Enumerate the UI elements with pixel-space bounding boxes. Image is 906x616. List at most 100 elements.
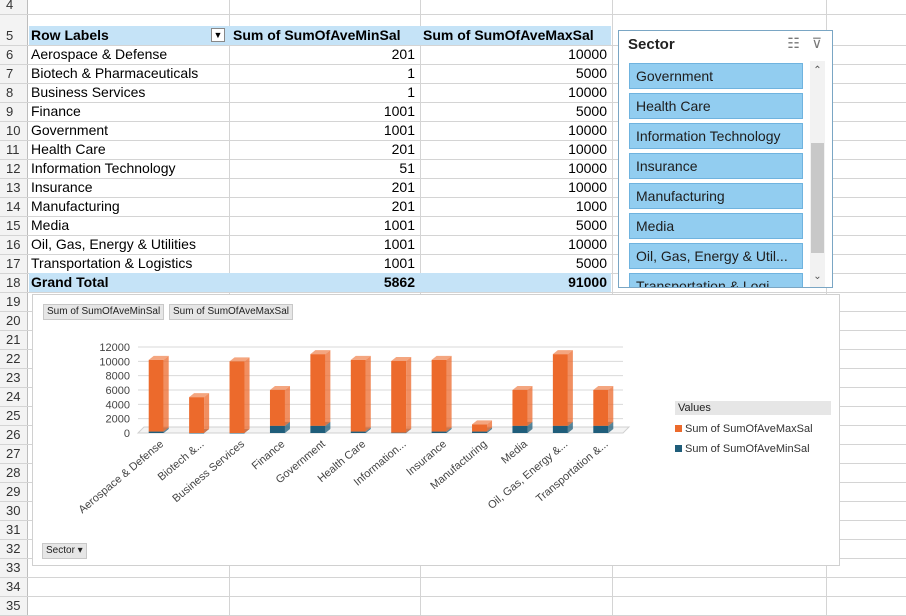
slicer-item[interactable]: Transportation & Logi... bbox=[629, 273, 803, 287]
row-number[interactable]: 28 bbox=[0, 463, 28, 482]
pivot-chart[interactable]: Sum of SumOfAveMinSal Sum of SumOfAveMax… bbox=[32, 294, 840, 566]
min-sal-value: 201 bbox=[391, 141, 415, 157]
pivot-data-row[interactable]: Information Technology 51 10000 bbox=[29, 159, 611, 178]
row-number[interactable]: 12 bbox=[0, 159, 28, 178]
pivot-data-row[interactable]: Media 1001 5000 bbox=[29, 216, 611, 235]
min-sal-value: 1001 bbox=[383, 255, 415, 271]
grand-total-min: 5862 bbox=[383, 274, 415, 290]
bar-min bbox=[431, 431, 447, 433]
row-number[interactable]: 20 bbox=[0, 311, 28, 330]
row-number[interactable]: 4 bbox=[0, 0, 28, 14]
row-number[interactable]: 9 bbox=[0, 102, 28, 121]
row-number[interactable]: 30 bbox=[0, 501, 28, 520]
row-number[interactable]: 33 bbox=[0, 558, 28, 577]
bar-max bbox=[310, 354, 326, 426]
row-gridline bbox=[0, 292, 906, 293]
row-number[interactable]: 14 bbox=[0, 197, 28, 216]
row-number[interactable]: 24 bbox=[0, 387, 28, 406]
bar-max bbox=[148, 359, 164, 432]
row-number[interactable]: 6 bbox=[0, 45, 28, 64]
pivot-data-row[interactable]: Oil, Gas, Energy & Utilities 1001 10000 bbox=[29, 235, 611, 254]
sector-label: Oil, Gas, Energy & Utilities bbox=[31, 236, 196, 252]
slicer-item[interactable]: Insurance bbox=[629, 153, 803, 179]
slicer-item[interactable]: Manufacturing bbox=[629, 183, 803, 209]
row-number[interactable]: 5 bbox=[0, 26, 28, 45]
row-number[interactable]: 15 bbox=[0, 216, 28, 235]
row-gridline bbox=[0, 596, 906, 597]
scroll-up-icon[interactable]: ⌃ bbox=[810, 65, 825, 79]
sector-label: Manufacturing bbox=[31, 198, 120, 214]
y-tick-label: 2000 bbox=[106, 414, 130, 426]
row-number[interactable]: 22 bbox=[0, 349, 28, 368]
bar-min bbox=[593, 425, 609, 433]
min-sal-value: 1001 bbox=[383, 122, 415, 138]
sector-label: Biotech & Pharmaceuticals bbox=[31, 65, 199, 81]
sector-label: Transportation & Logistics bbox=[31, 255, 193, 271]
sector-label: Government bbox=[31, 122, 109, 138]
sector-slicer[interactable]: Sector ☷ ⊽ Government Health Care Informat… bbox=[618, 30, 833, 288]
multi-select-icon[interactable]: ☷ bbox=[787, 35, 800, 51]
row-number[interactable]: 32 bbox=[0, 539, 28, 558]
min-sal-value: 1 bbox=[407, 65, 415, 81]
row-number[interactable]: 35 bbox=[0, 596, 28, 615]
slicer-item[interactable]: Health Care bbox=[629, 93, 803, 119]
x-tick-label: Finance bbox=[250, 438, 288, 472]
bar-min bbox=[189, 432, 205, 434]
pivot-data-row[interactable]: Transportation & Logistics 1001 5000 bbox=[29, 254, 611, 273]
legend-title: Values bbox=[675, 401, 831, 415]
slicer-scroll-thumb[interactable] bbox=[811, 143, 824, 253]
max-sal-value: 10000 bbox=[568, 141, 607, 157]
min-sal-header: Sum of SumOfAveMinSal bbox=[233, 27, 401, 43]
row-number[interactable]: 23 bbox=[0, 368, 28, 387]
row-number[interactable]: 13 bbox=[0, 178, 28, 197]
y-tick-label: 10000 bbox=[99, 356, 130, 368]
pivot-data-row[interactable]: Business Services 1 10000 bbox=[29, 83, 611, 102]
row-number[interactable]: 19 bbox=[0, 292, 28, 311]
min-sal-value: 1001 bbox=[383, 236, 415, 252]
max-sal-value: 5000 bbox=[575, 65, 607, 81]
row-number[interactable]: 11 bbox=[0, 140, 28, 159]
row-number[interactable]: 18 bbox=[0, 273, 28, 292]
max-sal-value: 10000 bbox=[568, 46, 607, 62]
row-number[interactable]: 25 bbox=[0, 406, 28, 425]
row-number[interactable]: 27 bbox=[0, 444, 28, 463]
row-number[interactable]: 29 bbox=[0, 482, 28, 501]
slicer-item[interactable]: Media bbox=[629, 213, 803, 239]
min-sal-value: 201 bbox=[391, 46, 415, 62]
sector-label: Media bbox=[31, 217, 70, 233]
pivot-data-row[interactable]: Finance 1001 5000 bbox=[29, 102, 611, 121]
sector-label: Business Services bbox=[31, 84, 146, 100]
row-number[interactable]: 7 bbox=[0, 64, 28, 83]
pivot-data-row[interactable]: Manufacturing 201 1000 bbox=[29, 197, 611, 216]
max-sal-header: Sum of SumOfAveMaxSal bbox=[423, 27, 594, 43]
row-number[interactable]: 31 bbox=[0, 520, 28, 539]
row-number[interactable]: 10 bbox=[0, 121, 28, 140]
y-tick-label: 4000 bbox=[106, 399, 130, 411]
scroll-down-icon[interactable]: ⌄ bbox=[810, 271, 825, 285]
pivot-data-row[interactable]: Government 1001 10000 bbox=[29, 121, 611, 140]
row-number[interactable]: 26 bbox=[0, 425, 28, 444]
min-sal-value: 51 bbox=[399, 160, 415, 176]
x-tick-label: Transportation &... bbox=[534, 438, 611, 505]
slicer-item[interactable]: Oil, Gas, Energy & Util... bbox=[629, 243, 803, 269]
sector-axis-field-button[interactable]: Sector ▾ bbox=[42, 543, 87, 559]
sector-label: Health Care bbox=[31, 141, 106, 157]
row-number[interactable]: 8 bbox=[0, 83, 28, 102]
bar-min bbox=[269, 425, 285, 433]
slicer-item[interactable]: Government bbox=[629, 63, 803, 89]
pivot-data-row[interactable]: Aerospace & Defense 201 10000 bbox=[29, 45, 611, 64]
max-sal-value: 10000 bbox=[568, 236, 607, 252]
row-gridline bbox=[0, 577, 906, 578]
row-number[interactable]: 21 bbox=[0, 330, 28, 349]
clear-filter-icon[interactable]: ⊽ bbox=[812, 35, 822, 51]
pivot-data-row[interactable]: Biotech & Pharmaceuticals 1 5000 bbox=[29, 64, 611, 83]
row-number[interactable]: 34 bbox=[0, 577, 28, 596]
row-number[interactable]: 16 bbox=[0, 235, 28, 254]
slicer-item[interactable]: Information Technology bbox=[629, 123, 803, 149]
row-labels-filter-button[interactable]: ▼ bbox=[211, 28, 225, 42]
max-sal-value: 5000 bbox=[575, 255, 607, 271]
row-number[interactable]: 17 bbox=[0, 254, 28, 273]
pivot-data-row[interactable]: Health Care 201 10000 bbox=[29, 140, 611, 159]
bar-max bbox=[391, 360, 407, 433]
pivot-data-row[interactable]: Insurance 201 10000 bbox=[29, 178, 611, 197]
